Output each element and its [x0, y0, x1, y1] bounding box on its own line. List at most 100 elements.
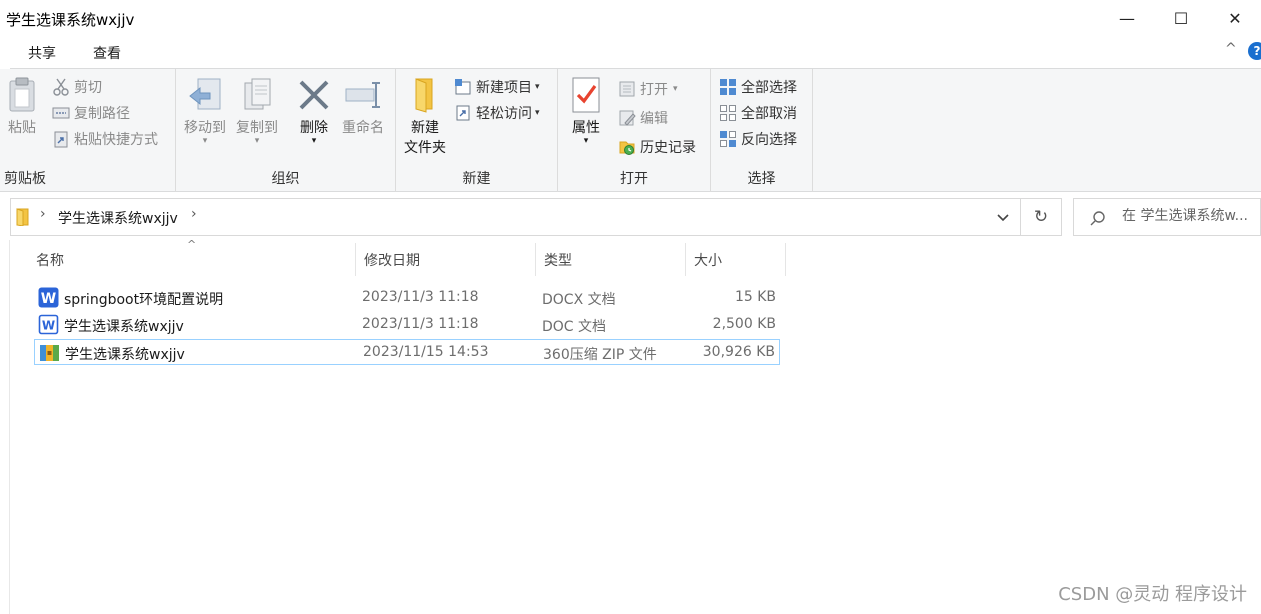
select-all-label: 全部选择 — [741, 80, 797, 96]
address-bar[interactable]: › 学生选课系统wxjjv › — [10, 198, 1021, 236]
paste-shortcut-button[interactable]: 粘贴快捷方式 — [52, 129, 158, 149]
word-doc-icon: W — [38, 314, 59, 335]
easy-access-label: 轻松访问 — [476, 106, 532, 122]
open-icon — [619, 81, 635, 97]
properties-label: 属性 — [572, 120, 600, 136]
file-type: 360压缩 ZIP 文件 — [543, 347, 657, 363]
group-new-label: 新建 — [462, 171, 491, 187]
tab-share[interactable]: 共享 — [28, 43, 56, 63]
rename-icon — [345, 82, 380, 108]
cut-button[interactable]: 剪切 — [52, 77, 102, 97]
zip-archive-icon — [40, 345, 59, 361]
paste-icon — [9, 77, 35, 112]
tab-view[interactable]: 查看 — [93, 43, 121, 63]
tab-file-edge — [0, 36, 10, 69]
column-header-name[interactable]: 名称 — [28, 243, 356, 276]
navigation-pane-edge[interactable] — [0, 240, 10, 614]
group-new: 新建 文件夹 新建项目 ▾ 轻松访问 ▾ 新建 — [396, 69, 558, 192]
table-row[interactable]: 学生选课系统wxjjv 2023/11/15 14:53 360压缩 ZIP 文… — [34, 339, 780, 365]
new-item-button[interactable]: 新建项目 ▾ — [454, 77, 540, 97]
copy-to-button[interactable]: 复制到 ▾ — [232, 77, 282, 146]
easy-access-icon — [456, 105, 470, 121]
paste-button[interactable]: 粘贴 — [4, 77, 40, 137]
new-item-label: 新建项目 — [476, 80, 532, 96]
close-button[interactable]: ✕ — [1208, 0, 1261, 36]
invert-selection-button[interactable]: 反向选择 — [719, 129, 797, 149]
rename-button[interactable]: 重命名 — [338, 77, 388, 137]
copy-path-button[interactable]: 复制路径 — [52, 103, 130, 123]
edit-icon — [619, 110, 636, 126]
table-row[interactable]: W springboot环境配置说明 2023/11/3 11:18 DOCX … — [34, 285, 780, 311]
maximize-button[interactable]: ☐ — [1154, 0, 1208, 36]
ribbon-collapse-icon[interactable]: ^ — [1225, 41, 1237, 57]
refresh-icon: ↻ — [1033, 207, 1049, 227]
delete-label: 删除 — [300, 120, 328, 136]
folder-icon — [16, 208, 29, 226]
move-to-button[interactable]: 移动到 ▾ — [180, 77, 230, 146]
copy-to-label: 复制到 — [236, 120, 278, 136]
paste-shortcut-icon — [54, 131, 68, 148]
easy-access-dropdown-icon: ▾ — [535, 108, 540, 118]
help-icon[interactable]: ? — [1248, 42, 1261, 60]
search-box[interactable] — [1073, 198, 1261, 236]
file-type: DOC 文档 — [542, 319, 607, 335]
refresh-button[interactable]: ↻ — [1021, 198, 1062, 236]
search-input[interactable] — [1122, 208, 1258, 224]
select-none-button[interactable]: 全部取消 — [719, 103, 797, 123]
file-date: 2023/11/3 11:18 — [362, 316, 479, 332]
open-label: 打开 — [640, 82, 668, 98]
delete-x-icon — [299, 80, 329, 110]
history-icon — [619, 141, 635, 155]
watermark: CSDN @灵动 程序设计 — [1058, 584, 1247, 605]
paste-label: 粘贴 — [8, 120, 36, 136]
file-name: 学生选课系统wxjjv — [64, 319, 184, 335]
breadcrumb-current[interactable]: 学生选课系统wxjjv — [58, 208, 178, 228]
properties-button[interactable]: 属性 ▾ — [566, 77, 606, 146]
column-header-size[interactable]: 大小 — [686, 243, 786, 276]
history-button[interactable]: 历史记录 — [618, 137, 696, 157]
breadcrumb-separator-icon[interactable]: › — [40, 206, 46, 222]
breadcrumb-chevron-icon[interactable]: › — [191, 206, 197, 222]
rename-label: 重命名 — [342, 120, 384, 136]
group-clipboard-label: 剪贴板 — [4, 171, 46, 187]
move-to-icon — [189, 78, 221, 110]
window-title: 学生选课系统wxjjv — [6, 11, 135, 29]
move-to-label: 移动到 — [184, 120, 226, 136]
copy-path-label: 复制路径 — [74, 106, 130, 122]
group-open: 属性 ▾ 打开 ▾ 编辑 历史记录 打开 — [558, 69, 711, 192]
file-date: 2023/11/3 11:18 — [362, 289, 479, 305]
new-folder-label-line2: 文件夹 — [404, 140, 446, 156]
minimize-button[interactable]: — — [1100, 0, 1154, 36]
file-name: 学生选课系统wxjjv — [65, 347, 185, 363]
table-row[interactable]: W 学生选课系统wxjjv 2023/11/3 11:18 DOC 文档 2,5… — [34, 312, 780, 338]
column-header-type[interactable]: 类型 — [536, 243, 686, 276]
open-button[interactable]: 打开 ▾ — [618, 79, 678, 99]
file-size: 2,500 KB — [712, 316, 776, 332]
new-folder-label-line1: 新建 — [411, 120, 439, 136]
invert-selection-label: 反向选择 — [741, 132, 797, 148]
column-header-date[interactable]: 修改日期 — [356, 243, 536, 276]
easy-access-button[interactable]: 轻松访问 ▾ — [454, 103, 540, 123]
file-date: 2023/11/15 14:53 — [363, 344, 489, 360]
scissors-icon — [53, 78, 69, 96]
chevron-down-icon[interactable] — [996, 213, 1010, 223]
maximize-icon: ☐ — [1173, 8, 1189, 28]
history-label: 历史记录 — [640, 140, 696, 156]
new-item-dropdown-icon: ▾ — [535, 82, 540, 92]
group-select: 全部选择 全部取消 反向选择 选择 — [711, 69, 813, 192]
edit-label: 编辑 — [640, 111, 668, 127]
delete-button[interactable]: 删除 ▾ — [292, 77, 336, 146]
close-icon: ✕ — [1228, 8, 1242, 28]
select-all-button[interactable]: 全部选择 — [719, 77, 797, 97]
search-icon — [1090, 211, 1105, 226]
paste-shortcut-label: 粘贴快捷方式 — [74, 132, 158, 148]
new-folder-button[interactable]: 新建 文件夹 — [400, 77, 450, 157]
svg-text:W: W — [42, 319, 55, 333]
edit-button[interactable]: 编辑 — [618, 108, 668, 128]
minimize-icon: — — [1119, 8, 1135, 28]
open-dropdown-icon: ▾ — [673, 84, 678, 94]
select-none-label: 全部取消 — [741, 106, 797, 122]
properties-check-icon — [572, 77, 600, 113]
copy-path-icon — [52, 107, 70, 119]
title-bar: 学生选课系统wxjjv — ☐ ✕ — [0, 0, 1261, 36]
